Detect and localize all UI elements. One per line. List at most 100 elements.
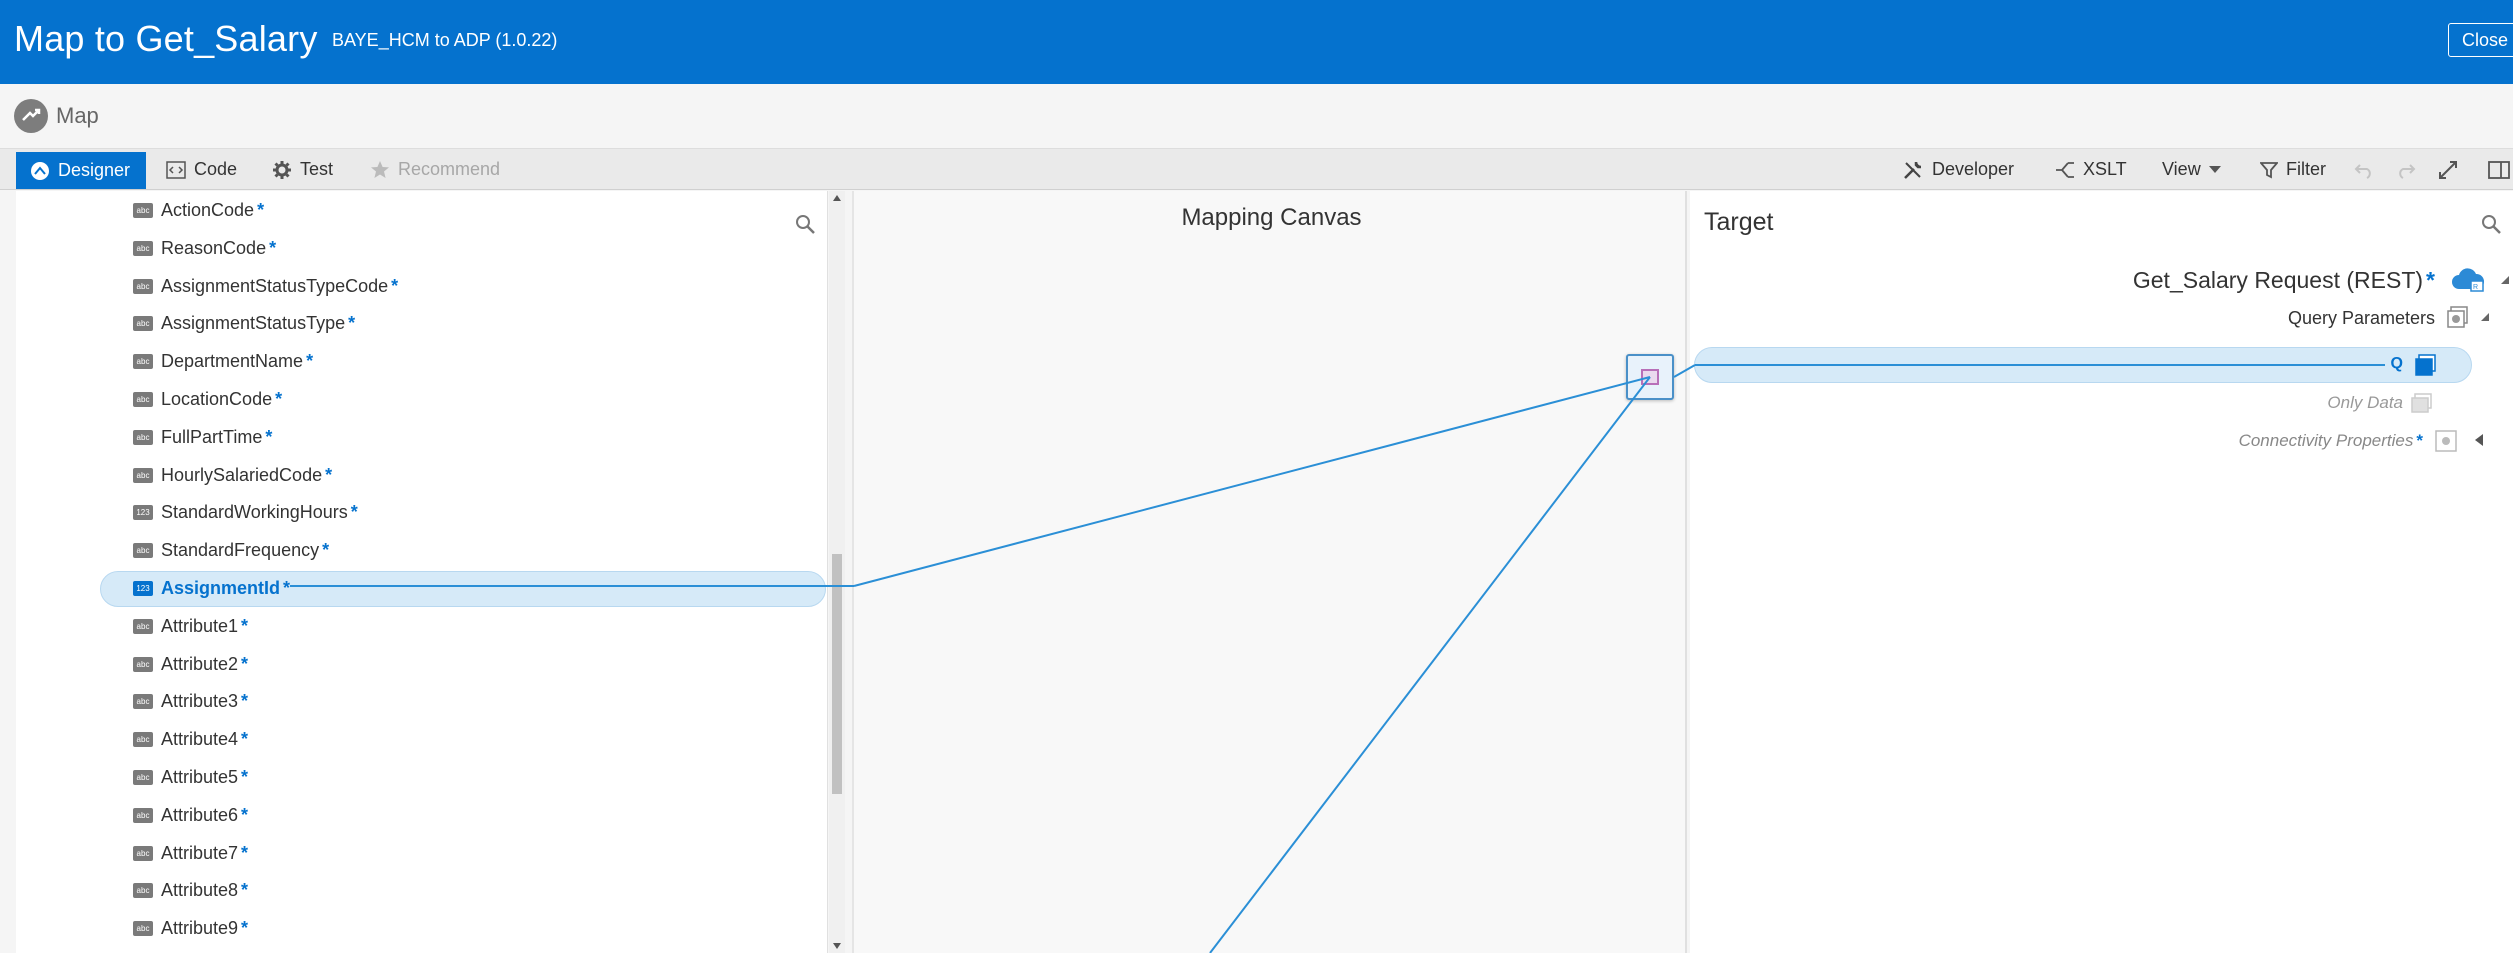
tab-recommend[interactable]: Recommend: [370, 149, 500, 190]
source-tree-item[interactable]: abc AssignmentStatusType *: [16, 304, 828, 342]
view-label: View: [2162, 159, 2201, 179]
expand-icon: [2439, 160, 2457, 179]
developer-button[interactable]: Developer: [1902, 149, 2014, 190]
source-tree-item[interactable]: abc Attribute8 *: [16, 871, 828, 909]
tab-test[interactable]: Test: [272, 149, 333, 190]
string-type-icon: abc: [133, 656, 153, 672]
required-marker: *: [241, 653, 249, 674]
view-menu[interactable]: View: [2162, 149, 2221, 190]
tab-code[interactable]: Code: [166, 149, 237, 190]
source-tree-item-label: Attribute1 *: [161, 616, 248, 637]
only-data-label: Only Data: [2327, 393, 2403, 412]
source-tree-item[interactable]: abc HourlySalariedCode *: [16, 456, 828, 494]
connectivity-properties-node[interactable]: Connectivity Properties *: [1690, 425, 2513, 457]
string-type-icon: abc: [133, 392, 153, 407]
source-tree-item-text: Attribute3: [161, 691, 239, 712]
mapped-query-marker: Q: [2390, 355, 2403, 372]
source-tree-item-label: StandardWorkingHours *: [161, 502, 358, 523]
string-type-icon: abc: [133, 543, 153, 559]
source-tree-item[interactable]: 123 AssignmentId *: [16, 569, 828, 607]
filter-button[interactable]: Filter: [2260, 149, 2326, 190]
required-marker: *: [241, 804, 249, 825]
string-type-icon: abc: [133, 240, 153, 256]
cloud-icon: R: [2451, 267, 2485, 298]
panel-toggle-button[interactable]: [2488, 149, 2510, 190]
source-tree-item-label: Attribute5 *: [161, 767, 248, 788]
source-tree-item[interactable]: abc Attribute1 *: [16, 607, 828, 645]
required-marker: *: [306, 351, 314, 372]
required-marker: *: [269, 237, 277, 258]
redo-button[interactable]: [2396, 149, 2416, 190]
source-tree-item-text: FullPartTime: [161, 426, 263, 447]
designer-icon: [30, 161, 50, 181]
source-tree-item[interactable]: abc Attribute3 *: [16, 682, 828, 720]
connectivity-required-marker: *: [2416, 431, 2423, 450]
source-tree-item[interactable]: abc AssignmentStatusTypeCode *: [16, 267, 828, 305]
designer-toolbar: Designer Code Test Recommend Developer X…: [0, 148, 2513, 190]
string-type-icon: abc: [133, 354, 153, 370]
source-tree-item[interactable]: abc StandardFrequency *: [16, 531, 828, 569]
source-tree-panel: abc ActionCode * abc ReasonCode * abc Assignmen…: [16, 191, 828, 953]
target-request-node[interactable]: Get_Salary Request (REST) * R: [1690, 263, 2513, 299]
source-tree-item-label: Attribute9 *: [161, 918, 248, 939]
source-tree-item[interactable]: abc ReasonCode *: [16, 229, 828, 267]
query-parameters-node[interactable]: Query Parameters: [1690, 302, 2513, 334]
source-tree-item[interactable]: abc DepartmentName *: [16, 342, 828, 380]
required-marker: *: [348, 313, 356, 334]
string-type-icon: abc: [133, 278, 153, 294]
source-tree-item-label: AssignmentStatusTypeCode *: [161, 276, 398, 297]
string-type-icon: abc: [133, 845, 153, 861]
svg-text:R: R: [2473, 284, 2478, 291]
collapse-icon[interactable]: [2501, 276, 2509, 284]
required-marker: *: [241, 767, 249, 787]
source-tree-item-text: Attribute6: [161, 804, 239, 825]
only-data-node[interactable]: Only Data: [1690, 387, 2513, 419]
source-tree-item[interactable]: 123 StandardWorkingHours *: [16, 493, 828, 531]
tab-designer[interactable]: Designer: [16, 152, 146, 189]
expand-left-icon[interactable]: [2475, 434, 2483, 446]
number-type-icon: 123: [133, 581, 153, 596]
source-tree-item-text: Attribute4: [161, 729, 239, 750]
string-type-icon: abc: [133, 883, 153, 899]
collapse-icon[interactable]: [2481, 313, 2489, 321]
scroll-up-arrow[interactable]: [833, 195, 841, 201]
required-marker: *: [241, 729, 249, 750]
string-type-icon: abc: [133, 467, 153, 483]
xslt-button[interactable]: XSLT: [2055, 149, 2127, 190]
mapping-canvas-title: Mapping Canvas: [1181, 204, 1362, 231]
required-marker: *: [275, 389, 283, 409]
only-data-type-icon: [2411, 393, 2433, 418]
gear-icon: [272, 160, 292, 180]
source-tree-item[interactable]: abc Attribute9 *: [16, 909, 828, 947]
map-icon: [14, 99, 48, 133]
mapped-query-param-row[interactable]: Q: [1694, 347, 2472, 383]
source-tree-item-label: StandardFrequency *: [161, 540, 329, 561]
scroll-down-arrow[interactable]: [833, 943, 841, 949]
source-tree-item[interactable]: abc Attribute6 *: [16, 796, 828, 834]
source-tree-item-text: LocationCode: [161, 389, 273, 409]
required-marker: *: [283, 578, 291, 598]
source-tree-item[interactable]: abc Attribute2 *: [16, 645, 828, 683]
wrench-icon: [1902, 159, 1924, 181]
string-type-icon: abc: [133, 694, 153, 710]
source-tree-item[interactable]: abc Attribute5 *: [16, 758, 828, 796]
source-scrollbar[interactable]: [829, 191, 845, 953]
source-tree-item-text: ReasonCode: [161, 237, 267, 258]
close-button[interactable]: Close: [2448, 23, 2513, 57]
mapping-function-node[interactable]: [1626, 354, 1674, 400]
app-header: Map to Get_Salary BAYE_HCM to ADP (1.0.2…: [0, 0, 2513, 84]
source-tree-item-label: ActionCode *: [161, 200, 264, 221]
source-tree-item[interactable]: abc Attribute7 *: [16, 834, 828, 872]
scroll-thumb[interactable]: [832, 554, 842, 794]
source-tree-item[interactable]: abc ActionCode *: [16, 191, 828, 229]
source-tree-item[interactable]: abc FullPartTime *: [16, 418, 828, 456]
source-tree-item-text: Attribute9: [161, 918, 239, 939]
expand-button[interactable]: [2438, 149, 2458, 190]
mapping-canvas[interactable]: Mapping Canvas: [852, 191, 1687, 953]
undo-button[interactable]: [2354, 149, 2374, 190]
target-search-icon[interactable]: [2480, 213, 2502, 240]
source-tree-item[interactable]: abc Attribute4 *: [16, 720, 828, 758]
tab-recommend-label: Recommend: [398, 159, 501, 179]
source-tree-item[interactable]: abc LocationCode *: [16, 380, 828, 418]
xslt-label: XSLT: [2083, 159, 2127, 179]
